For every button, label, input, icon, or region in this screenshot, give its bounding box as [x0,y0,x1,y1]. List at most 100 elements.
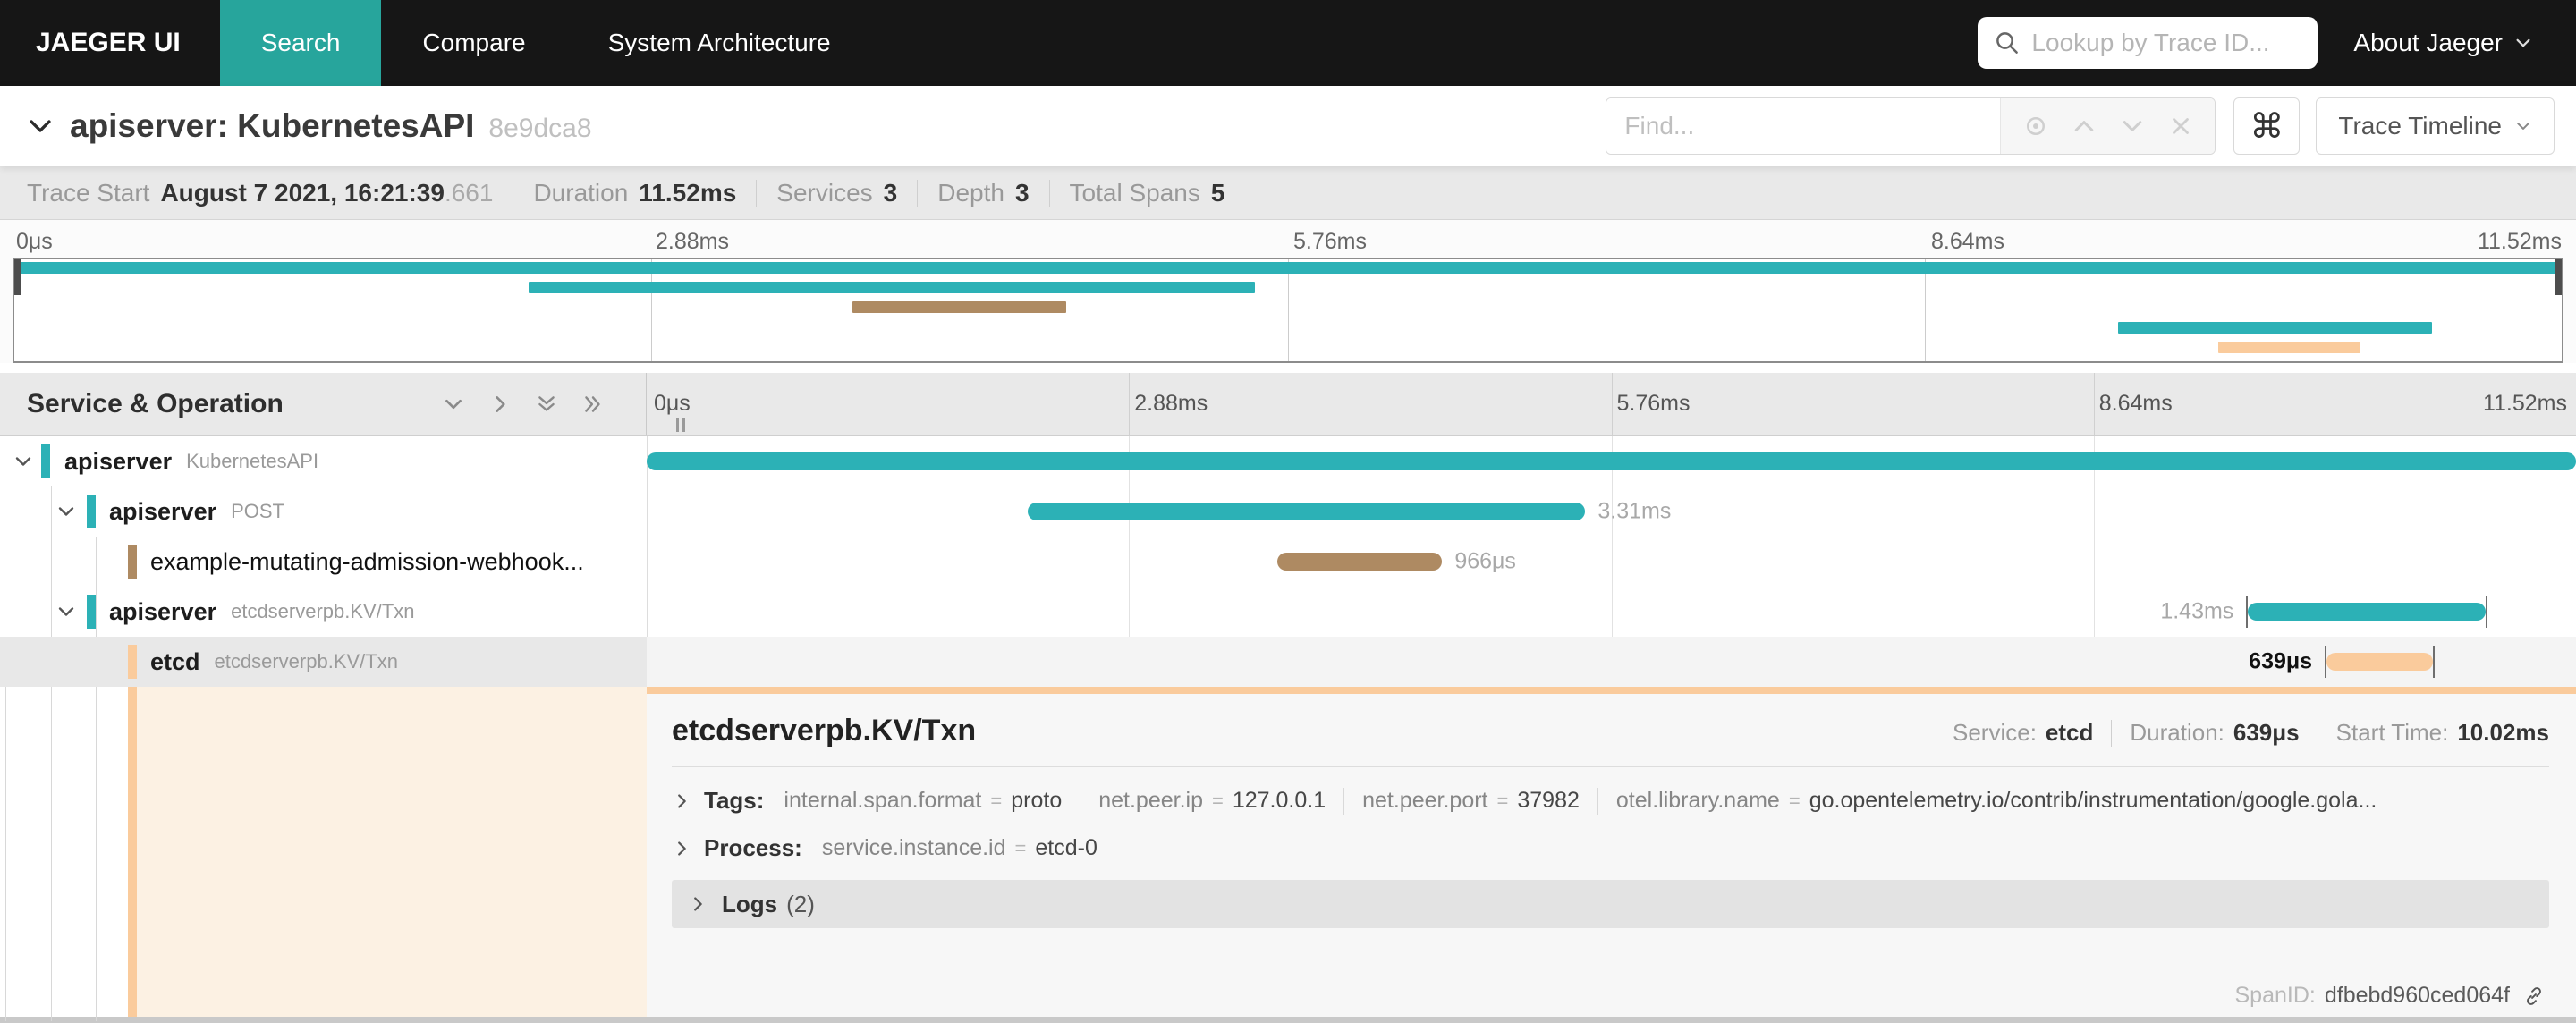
minimap-tick: 5.76ms [1293,229,1367,254]
trace-header: apiserver: KubernetesAPI 8e9dca8 ⌘ Trace … [0,86,2576,166]
tree-guide-line [5,687,6,1021]
span-duration-bar[interactable]: 639μs [2249,646,2436,678]
tag-item: net.peer.ip = 127.0.0.1 [1098,788,1326,813]
span-track[interactable]: 3.31ms [647,486,2576,537]
service-label: Service: [1953,719,2037,746]
span-row-apiserver-etcd-txn[interactable]: apiserver etcdserverpb.KV/Txn 1.43ms [0,587,2576,637]
collapse-children-icon[interactable] [13,451,34,472]
span-id-row: SpanID: dfbebd960ced064f [2235,983,2546,1009]
span-duration-bar[interactable]: 1.43ms [2160,596,2488,628]
minimap-canvas[interactable] [13,258,2563,363]
horizontal-scrollbar[interactable] [0,1017,2576,1023]
span-duration-bar[interactable]: 966μs [1277,549,1516,574]
collapse-all-icon[interactable] [535,393,558,416]
expand-all-icon[interactable] [581,393,605,416]
duration-value: 11.52ms [639,178,737,207]
span-row-apiserver-kubernetesapi[interactable]: apiserver KubernetesAPI [0,436,2576,486]
span-edge-tick [2433,646,2436,678]
span-duration-bar[interactable]: 3.31ms [1028,499,1671,524]
span-detail-section: etcdserverpb.KV/Txn Service: etcd Durati… [0,687,2576,1021]
find-input[interactable] [1606,98,2001,154]
selected-span-color-bar [128,687,137,1021]
nav-item-compare[interactable]: Compare [381,0,566,86]
span-color-indicator [87,495,96,528]
services-value: 3 [883,178,898,207]
trace-start-value: August 7 2021, 16:21:39.661 [160,178,494,207]
service-value: etcd [2045,719,2094,746]
view-selector-label: Trace Timeline [2338,112,2502,140]
collapse-one-icon[interactable] [442,393,465,416]
trace-title-text: apiserver: KubernetesAPI [70,107,475,144]
link-icon[interactable] [2522,985,2546,1008]
nav-item-system-architecture[interactable]: System Architecture [567,0,872,86]
trace-title[interactable]: apiserver: KubernetesAPI 8e9dca8 [70,107,592,145]
tags-title: Tags: [704,787,765,814]
expand-one-icon[interactable] [488,393,512,416]
column-resizer-grip[interactable] [676,418,685,432]
collapse-trace-chevron-icon[interactable] [25,111,55,141]
start-time-value: 10.02ms [2457,719,2549,746]
timeline-tick: 8.64ms [2098,391,2173,416]
span-service: etcd [150,647,200,675]
clear-find-icon[interactable] [2167,113,2194,140]
chevron-right-icon [678,793,686,808]
tags-accordion[interactable]: Tags: internal.span.format = proto net.pee… [672,787,2549,815]
span-color-indicator [87,595,96,629]
span-edge-tick [2325,646,2327,678]
span-track[interactable]: 639μs [647,637,2576,687]
command-icon: ⌘ [2250,107,2284,146]
span-color-indicator [41,444,50,478]
trace-minimap: 0μs 2.88ms 5.76ms 8.64ms 11.52ms [0,220,2576,363]
minimap-span-bar [14,262,2562,274]
gridline [2093,373,2095,435]
chevron-down-icon [2517,123,2529,130]
view-selector-button[interactable]: Trace Timeline [2316,97,2555,155]
span-name-cell[interactable]: etcd etcdserverpb.KV/Txn [0,637,647,687]
span-name-cell[interactable]: apiserver KubernetesAPI [0,436,647,486]
gridline [1129,373,1131,435]
logs-accordion[interactable]: Logs (2) [672,880,2549,928]
span-row-apiserver-post[interactable]: apiserver POST 3.31ms [0,486,2576,537]
app-brand[interactable]: JAEGER UI [0,0,220,86]
depth-value: 3 [1014,178,1030,207]
span-name-cell[interactable]: apiserver POST [0,486,647,537]
nav-item-search[interactable]: Search [219,0,382,86]
divider [756,179,758,207]
span-row-etcd-txn-selected[interactable]: etcd etcdserverpb.KV/Txn 639μs [0,637,2576,687]
tag-item: internal.span.format = proto [784,788,1063,813]
span-edge-tick [2246,596,2249,628]
collapse-children-icon[interactable] [55,601,77,622]
find-next-icon[interactable] [2119,113,2146,140]
span-color-indicator [128,645,137,679]
span-name-cell[interactable]: example-mutating-admission-webhook... [0,537,647,587]
divider [1048,179,1050,207]
divider [917,179,919,207]
process-title: Process: [704,834,802,861]
logs-count: (2) [786,890,815,917]
minimap-drag-handle-left[interactable] [14,259,21,295]
collapse-children-icon[interactable] [55,501,77,522]
span-track[interactable] [647,436,2576,486]
timeline-tick: 2.88ms [1134,391,1208,416]
trace-lookup-input[interactable] [2031,29,2302,57]
process-accordion[interactable]: Process: service.instance.id = etcd-0 [672,834,2549,862]
span-track[interactable]: 1.43ms [647,587,2576,637]
span-row-webhook[interactable]: example-mutating-admission-webhook... 96… [0,537,2576,587]
keyboard-shortcuts-button[interactable]: ⌘ [2233,97,2301,155]
detail-span-title: etcdserverpb.KV/Txn [672,714,977,748]
timeline-tick: 5.76ms [1616,391,1690,416]
span-name-cell[interactable]: apiserver etcdserverpb.KV/Txn [0,587,647,637]
span-track[interactable]: 966μs [647,537,2576,587]
focus-target-icon[interactable] [2022,113,2049,140]
span-operation: etcdserverpb.KV/Txn [231,600,415,622]
span-edge-tick [2486,596,2488,628]
find-prev-icon[interactable] [2071,113,2097,140]
depth-label: Depth [937,178,1004,207]
span-duration-bar[interactable] [647,452,2576,470]
divider [1343,787,1345,815]
about-jaeger-menu[interactable]: About Jaeger [2318,0,2576,86]
duration-label: Duration: [2130,719,2224,746]
minimap-drag-handle-right[interactable] [2555,259,2562,295]
detail-title-row: etcdserverpb.KV/Txn Service: etcd Durati… [672,714,2549,748]
